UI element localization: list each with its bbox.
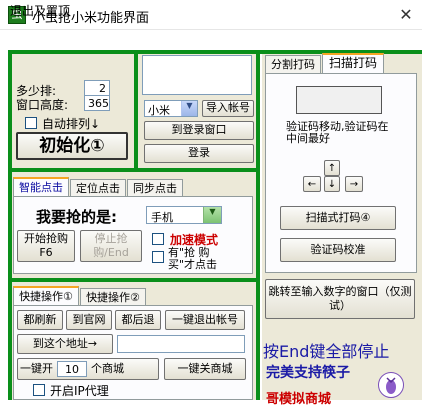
tab-quick-2[interactable]: 快捷操作② — [80, 288, 146, 306]
arrow-right-button[interactable]: → — [345, 176, 363, 192]
product-select[interactable]: 手机 ▼ — [146, 206, 222, 224]
mall-text: 哥模拟商城 — [266, 392, 332, 407]
rows-input[interactable]: 2 — [84, 80, 110, 96]
tab-split-captcha[interactable]: 分割打码 — [265, 55, 321, 73]
height-label: 窗口高度: — [16, 98, 69, 112]
frame-h2 — [8, 278, 258, 282]
captcha-hint: 验证码移动,验证码在中间最好 — [286, 120, 389, 145]
captcha-calibrate-button[interactable]: 验证码校准 — [280, 238, 396, 262]
height-input[interactable]: 365 — [84, 95, 110, 111]
bug-logo-icon — [378, 372, 404, 398]
account-select[interactable]: 小米 ▼ — [144, 100, 198, 117]
arrow-down-button[interactable]: ↓ — [324, 176, 340, 192]
support-text: 完美支持筷子 — [266, 365, 350, 381]
buy-only-label: 有"抢 购买"才点击 — [168, 246, 218, 271]
start-buy-button[interactable]: 开始抢购F6 — [17, 230, 75, 262]
account-select-value: 小米 — [148, 104, 170, 117]
end-hint-text: 按End键全部停止 — [263, 342, 390, 361]
arrow-left-button[interactable]: ← — [303, 176, 321, 192]
open-malls-button[interactable]: 一键开 10 个商城 — [17, 358, 159, 380]
chevron-down-icon[interactable]: ▼ — [181, 101, 197, 116]
import-account-button[interactable]: 导入帐号 — [202, 100, 254, 117]
auto-arrange-checkbox[interactable] — [25, 117, 37, 129]
init-button[interactable]: 初始化① — [16, 132, 128, 160]
tab-smart-click[interactable]: 智能点击 — [13, 177, 69, 197]
arrow-up-button[interactable]: ↑ — [324, 160, 340, 176]
tab-quick-1[interactable]: 快捷操作① — [13, 286, 79, 306]
tab-scan-captcha[interactable]: 扫描打码 — [322, 53, 384, 73]
preview-box — [142, 55, 252, 95]
logout-all-button[interactable]: 一键退出帐号 — [165, 310, 245, 330]
buy-only-checkbox[interactable] — [152, 251, 164, 263]
goto-address-button[interactable]: 到这个地址→ — [17, 334, 113, 354]
goto-login-button[interactable]: 到登录窗口 — [144, 121, 254, 140]
accelerate-checkbox[interactable] — [152, 233, 164, 245]
stop-buy-button[interactable]: 停止抢购/End — [80, 230, 142, 262]
open-count-input[interactable]: 10 — [57, 361, 87, 377]
back-all-button[interactable]: 都后退 — [115, 310, 161, 330]
product-select-value: 手机 — [151, 211, 173, 224]
menu-exit-topmost[interactable]: 退出及置顶 — [10, 2, 70, 19]
want-label: 我要抢的是: — [36, 208, 117, 226]
login-button[interactable]: 登录 — [144, 144, 254, 163]
frame-left — [8, 50, 12, 400]
address-input[interactable] — [117, 335, 245, 353]
proxy-label: 开启IP代理 — [50, 384, 109, 398]
refresh-all-button[interactable]: 都刷新 — [17, 310, 63, 330]
proxy-checkbox[interactable] — [33, 384, 45, 396]
chevron-down-icon[interactable]: ▼ — [203, 207, 221, 223]
frame-divider-top — [134, 50, 138, 168]
auto-arrange-label: 自动排列↓ — [42, 117, 101, 131]
captcha-preview — [296, 86, 382, 114]
jump-input-window-button[interactable]: 跳转至输入数字的窗口（仅测试） — [265, 279, 415, 319]
tab-sync-click[interactable]: 同步点击 — [127, 179, 183, 197]
frame-divider-right — [256, 50, 260, 400]
bug-logo-svg — [386, 377, 396, 394]
close-malls-button[interactable]: 一键关商城 — [164, 358, 246, 380]
frame-h1 — [8, 168, 258, 172]
open-suffix: 个商城 — [91, 361, 124, 375]
close-icon[interactable]: ✕ — [392, 2, 420, 28]
tab-locate-click[interactable]: 定位点击 — [70, 179, 126, 197]
goto-official-button[interactable]: 到官网 — [66, 310, 112, 330]
scan-captcha-button[interactable]: 扫描式打码④ — [280, 206, 396, 230]
open-prefix: 一键开 — [20, 361, 53, 375]
menu-bar — [0, 30, 422, 50]
